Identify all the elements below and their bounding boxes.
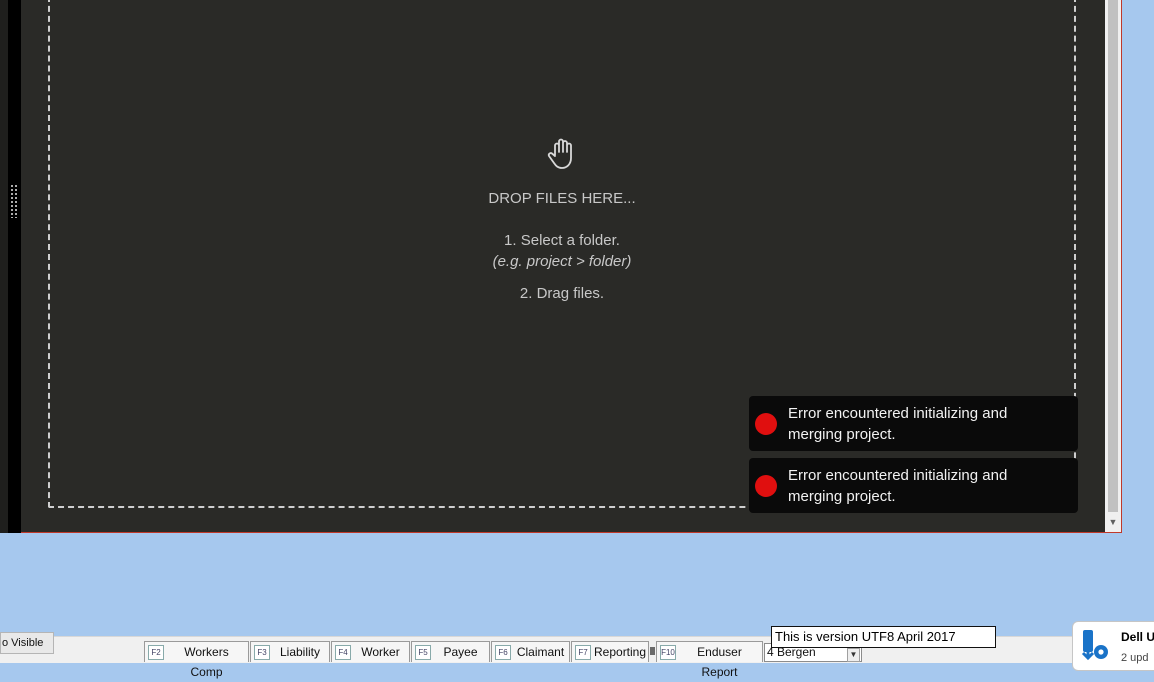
tab-label: Liability [279,645,321,659]
tab-label: Payee [443,645,478,659]
shortcut-key-label: F6 [495,645,511,660]
tab-label: Workers Comp [184,645,229,679]
toast-message: Error encountered initializing and mergi… [788,405,1008,443]
shortcut-key-label: F7 [575,645,591,660]
drop-step-1-hint: (e.g. project > folder) [492,253,632,270]
tab-payee[interactable]: F5 Payee [411,641,490,662]
scroll-down-arrow-icon[interactable]: ▼ [1105,514,1121,530]
shortcut-key-label: F5 [415,645,431,660]
tab-label: Worker [361,645,400,659]
dell-notification-title: Dell U [1121,630,1154,644]
tab-label: Reporting [594,645,647,659]
vertical-scrollbar[interactable]: ▼ [1105,0,1121,532]
toolbar-separator [650,647,655,655]
error-toast[interactable]: Error encountered initializing and mergi… [749,396,1078,451]
error-status-icon [755,413,777,435]
chevron-down-icon[interactable]: ▼ [847,648,860,662]
tab-enduser-report[interactable]: F10 Enduser Report [656,641,763,679]
tab-claimant[interactable]: F6 Claimant [491,641,570,662]
drop-heading: DROP FILES HERE... [488,190,636,207]
tab-liability[interactable]: F3 Liability [250,641,330,662]
error-toast[interactable]: Error encountered initializing and mergi… [749,458,1078,513]
shortcut-key-label: F3 [254,645,270,660]
drop-step-1: 1. Select a folder. [504,232,620,249]
version-tooltip: This is version UTF8 April 2017 [771,626,996,648]
app-window: DROP FILES HERE... 1. Select a folder. (… [0,0,1122,533]
error-status-icon [755,475,777,497]
visible-toggle-button[interactable]: o Visible [0,632,54,654]
shortcut-key-label: F4 [335,645,351,660]
dell-update-notification[interactable]: Dell U 2 upd [1072,621,1154,671]
tab-workers-comp[interactable]: F2 Workers Comp [144,641,249,679]
toast-message: Error encountered initializing and mergi… [788,467,1008,505]
shortcut-key-label: F2 [148,645,164,660]
scrollbar-thumb[interactable] [1108,0,1118,512]
drop-step-2: 2. Drag files. [519,285,605,302]
tab-reporting[interactable]: F7 Reporting [571,641,649,662]
hand-icon [547,138,572,169]
tab-label: Claimant [516,645,565,659]
dell-update-gear-icon [1081,630,1108,661]
tab-label: Enduser Report [697,645,742,679]
dell-notification-subtitle: 2 upd [1121,652,1149,664]
shortcut-key-label: F10 [660,645,676,660]
tab-worker[interactable]: F4 Worker [331,641,410,662]
